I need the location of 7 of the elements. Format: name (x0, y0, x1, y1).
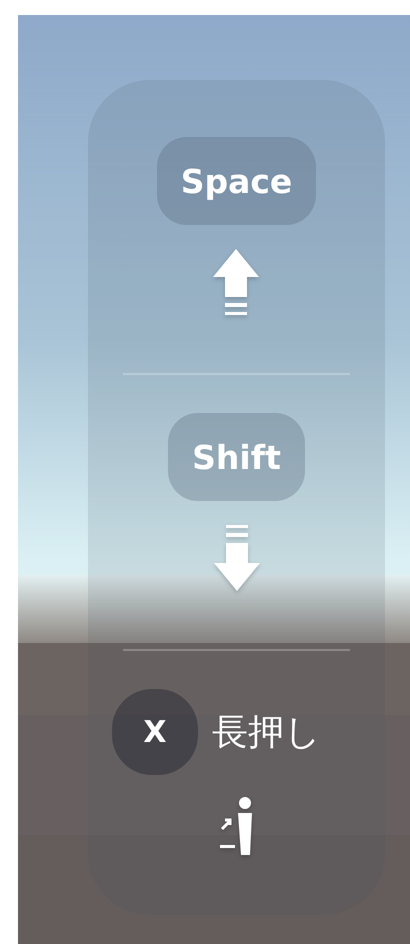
down-arrow-icon (212, 523, 262, 593)
stand-up-icon (218, 795, 254, 857)
hint-text: 長押し (212, 710, 321, 754)
key-label: Shift (168, 413, 305, 501)
up-arrow-icon (211, 247, 262, 317)
key-label: Space (156, 137, 316, 225)
key-label: X (112, 689, 198, 775)
